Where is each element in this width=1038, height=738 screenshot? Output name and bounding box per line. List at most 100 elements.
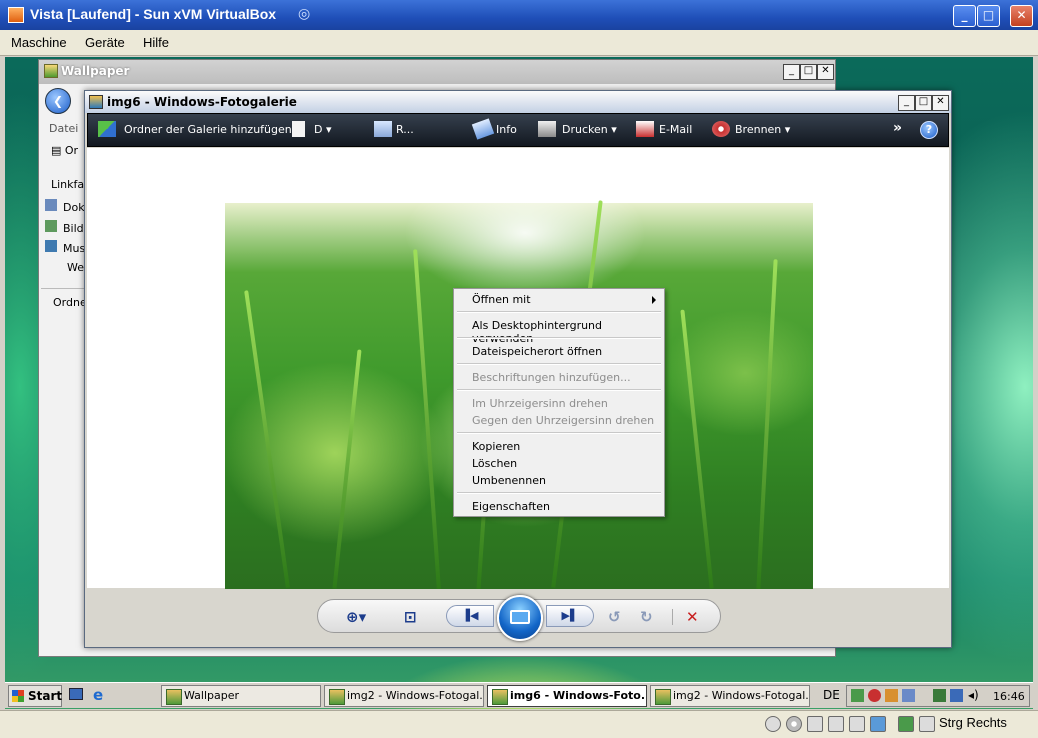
gallery-toolbar: Ordner der Galerie hinzufügen D ▾ R... I… — [87, 113, 949, 147]
back-icon[interactable]: ❮ — [45, 88, 71, 114]
gallery-close-button[interactable]: ✕ — [932, 95, 949, 111]
host-key-label: Strg Rechts — [939, 715, 1007, 730]
tray-icon[interactable] — [851, 689, 864, 702]
organize-button[interactable]: ▤ Or — [51, 144, 78, 157]
menu-separator — [457, 363, 661, 365]
zoom-icon[interactable]: ⊕▾ — [346, 608, 366, 626]
tray-icon[interactable] — [885, 689, 898, 702]
grass-blade — [413, 249, 441, 589]
taskbar-item-img2[interactable]: img2 - Windows-Fotogal... — [324, 685, 484, 707]
slideshow-button[interactable] — [497, 595, 543, 641]
nav-link-pictures[interactable]: Bild — [45, 220, 84, 235]
start-button[interactable]: Start — [8, 685, 62, 707]
wallpaper-close-button[interactable]: ✕ — [817, 64, 834, 80]
show-desktop-icon[interactable] — [69, 688, 83, 700]
menu-item-copy[interactable]: Kopieren — [472, 440, 520, 453]
nav-link-label: Bild — [63, 222, 84, 235]
network-adapter-icon[interactable] — [828, 716, 844, 732]
rotate-ccw-icon[interactable]: ↺ — [608, 608, 621, 626]
grass-blade — [332, 349, 362, 589]
file-menu-label: D — [314, 123, 323, 136]
gallery-icon — [655, 689, 671, 705]
menu-item-rename[interactable]: Umbenennen — [472, 474, 546, 487]
help-button[interactable]: ? — [920, 121, 938, 139]
info-icon — [471, 118, 495, 140]
email-icon — [636, 121, 654, 137]
fix-icon — [374, 121, 392, 137]
clock[interactable]: 16:46 — [993, 690, 1025, 703]
close-button[interactable]: ✕ — [1010, 5, 1033, 27]
hard-disk-icon[interactable] — [765, 716, 781, 732]
taskbar-item-label: img2 - Windows-Fotogal... — [347, 689, 484, 702]
menu-separator — [457, 389, 661, 391]
folder-icon — [44, 64, 58, 78]
tray-icon[interactable] — [902, 689, 915, 702]
add-folder-button[interactable]: Ordner der Galerie hinzufügen — [124, 123, 292, 136]
chevron-down-icon: ▾ — [784, 123, 791, 136]
burn-button[interactable]: Brennen ▾ — [735, 123, 790, 136]
nav-link-documents[interactable]: Dok — [45, 199, 85, 214]
menu-separator — [457, 337, 661, 339]
gallery-icon — [492, 689, 508, 705]
floppy-icon[interactable] — [807, 716, 823, 732]
email-button[interactable]: E-Mail — [659, 123, 692, 136]
network-icon[interactable] — [950, 689, 963, 702]
grass-blade — [680, 309, 714, 589]
menu-item-open-with[interactable]: Öffnen mit — [472, 293, 531, 306]
add-folder-icon — [98, 121, 116, 137]
submenu-arrow-icon — [652, 296, 656, 304]
taskbar-item-label: Wallpaper — [184, 689, 240, 702]
maximize-button[interactable]: □ — [977, 5, 1000, 27]
documents-icon — [45, 199, 57, 211]
previous-button[interactable]: ▐◀ — [446, 605, 494, 627]
chevron-down-icon: ▾ — [611, 123, 617, 136]
cd-icon[interactable] — [786, 716, 802, 732]
menu-datei[interactable]: Datei — [49, 122, 78, 135]
menu-maschine[interactable]: Maschine — [11, 35, 67, 50]
gallery-minimize-button[interactable]: _ — [898, 95, 915, 111]
wallpaper-minimize-button[interactable]: _ — [783, 64, 800, 80]
fit-to-window-icon[interactable]: ⊡ — [404, 608, 417, 626]
file-menu-button[interactable]: D ▾ — [314, 123, 332, 136]
language-indicator[interactable]: DE — [823, 688, 840, 702]
menu-geraete[interactable]: Geräte — [85, 35, 125, 50]
gallery-maximize-button[interactable]: □ — [915, 95, 932, 111]
tray-icon[interactable] — [868, 689, 881, 702]
gallery-title-bar: img6 - Windows-Fotogalerie _ □ ✕ — [85, 91, 951, 113]
menu-item-delete[interactable]: Löschen — [472, 457, 517, 470]
virtualbox-title-bar: Vista [Laufend] - Sun xVM VirtualBox ◎ _… — [0, 0, 1038, 30]
menu-item-properties[interactable]: Eigenschaften — [472, 500, 550, 513]
folder-icon — [166, 689, 182, 705]
next-button[interactable]: ▶▌ — [546, 605, 594, 627]
menu-item-set-desktop[interactable]: Als Desktophintergrund verwenden — [472, 319, 664, 345]
system-tray: ◂) 16:46 — [846, 685, 1030, 707]
mouse-integration-icon[interactable] — [898, 716, 914, 732]
more-button[interactable]: » — [893, 120, 902, 136]
minimize-button[interactable]: _ — [953, 5, 976, 27]
taskbar-item-wallpaper[interactable]: Wallpaper — [161, 685, 321, 707]
print-button[interactable]: Drucken ▾ — [562, 123, 617, 136]
folders-label[interactable]: Ordne — [53, 296, 87, 309]
tray-icon[interactable] — [933, 689, 946, 702]
menu-item-open-location[interactable]: Dateispeicherort öffnen — [472, 345, 602, 358]
fix-button[interactable]: R... — [396, 123, 414, 136]
delete-icon[interactable]: ✕ — [686, 608, 699, 626]
taskbar-item-img2-second[interactable]: img2 - Windows-Fotogal... — [650, 685, 810, 707]
usb-icon[interactable] — [849, 716, 865, 732]
taskbar-item-img6[interactable]: img6 - Windows-Foto... — [487, 685, 647, 707]
wallpaper-maximize-button[interactable]: □ — [800, 64, 817, 80]
nav-link-more[interactable]: We — [67, 261, 84, 274]
menu-hilfe[interactable]: Hilfe — [143, 35, 169, 50]
burn-label: Brennen — [735, 123, 782, 136]
volume-icon[interactable]: ◂) — [968, 688, 979, 702]
internet-explorer-icon[interactable]: e — [93, 686, 103, 704]
next-icon: ▶▌ — [561, 609, 579, 622]
taskbar-item-label: img2 - Windows-Fotogal... — [673, 689, 810, 702]
shared-folder-icon[interactable] — [870, 716, 886, 732]
nav-link-music[interactable]: Mus — [45, 240, 85, 255]
info-button[interactable]: Info — [496, 123, 517, 136]
chevron-down-icon: ▾ — [325, 123, 332, 136]
pictures-icon — [45, 220, 57, 232]
rotate-cw-icon[interactable]: ↻ — [640, 608, 653, 626]
virtualbox-menu-bar: Maschine Geräte Hilfe — [0, 30, 1038, 56]
